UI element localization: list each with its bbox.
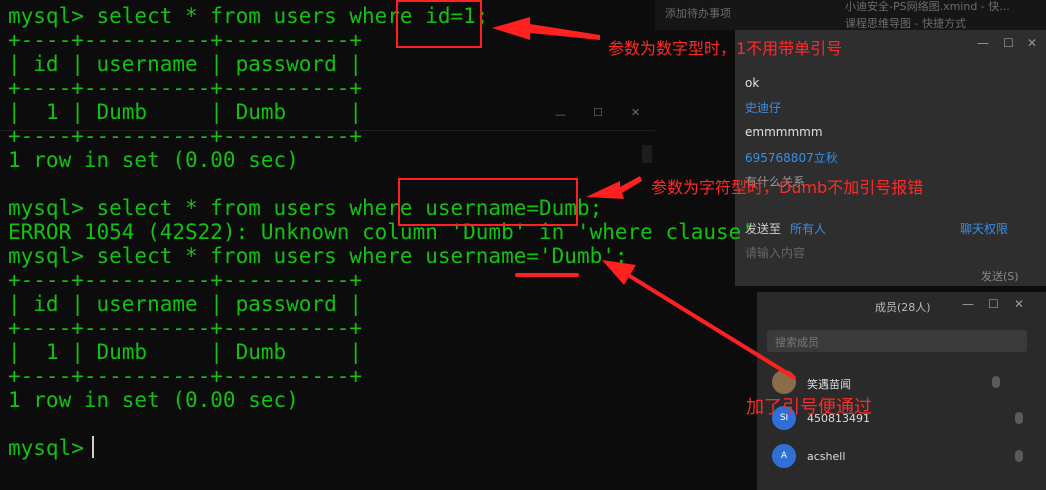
avatar[interactable]: A [772, 444, 796, 468]
members-maximize-icon[interactable]: ☐ [988, 297, 999, 311]
file-title: 小迪安全-PS网络图.xmind - 快... [845, 0, 1010, 13]
members-title: 成员(28人) [875, 301, 931, 314]
terminal-line: +----+----------+----------+ [8, 316, 363, 340]
scrollbar-thumb[interactable] [642, 145, 652, 163]
mic-icon [1015, 412, 1023, 424]
chat-minimize-icon[interactable]: — [977, 36, 989, 50]
terminal-line: | id | username | password | [8, 52, 363, 76]
annotation-underline [515, 273, 579, 277]
terminal-line: mysql> select * from users where usernam… [8, 244, 628, 268]
chat-input[interactable]: 请输入内容 [745, 244, 805, 261]
chat-close-icon[interactable]: ✕ [1027, 36, 1037, 50]
mic-icon [1015, 450, 1023, 462]
terminal-line: +----+----------+----------+ [8, 28, 363, 52]
member-search-input[interactable]: 搜索成员 [767, 330, 1027, 352]
terminal-line: +----+----------+----------+ [8, 268, 363, 292]
terminal-cursor [92, 436, 94, 458]
send-button[interactable]: 发送(S) [981, 268, 1019, 284]
terminal-line: +----+----------+----------+ [8, 76, 363, 100]
maximize-icon: ☐ [593, 106, 603, 119]
terminal-line: ERROR 1054 (42S22): Unknown column 'Dumb… [8, 220, 754, 244]
send-to-select[interactable]: 所有人 [790, 220, 826, 237]
annotation-box-username [398, 178, 578, 226]
terminal-prompt[interactable]: mysql> [8, 436, 97, 460]
todo-link: 添加待办事项 [665, 7, 731, 20]
chat-message: ok [745, 76, 760, 90]
annotation-box-id [396, 0, 482, 48]
minimize-icon: — [555, 108, 566, 121]
terminal-line: | 1 | Dumb | Dumb | [8, 100, 363, 124]
avatar[interactable] [772, 370, 796, 394]
chat-sender[interactable]: 史迪仔 [745, 99, 781, 116]
annotation-quoted-note: 加了引号便通过 [746, 397, 872, 418]
chat-permission-link[interactable]: 聊天权限 [960, 220, 1008, 237]
member-search-placeholder: 搜索成员 [775, 336, 819, 349]
chat-panel: — ☐ ✕ ok 史迪仔 emmmmmm 695768807立秋 有什么关系 发… [735, 30, 1046, 286]
terminal-line: | id | username | password | [8, 292, 363, 316]
member-name[interactable]: 笑遇苗闻 [807, 376, 851, 392]
member-name[interactable]: acshell [807, 450, 845, 463]
close-icon: ✕ [631, 106, 641, 119]
chat-maximize-icon[interactable]: ☐ [1003, 36, 1014, 50]
members-minimize-icon[interactable]: — [962, 297, 974, 311]
chat-sender[interactable]: 695768807立秋 [745, 149, 838, 166]
annotation-numeric-note: 参数为数字型时，1不用带单引号 [608, 39, 843, 58]
annotation-string-error-note: 参数为字符型时，Dumb不加引号报错 [651, 178, 924, 197]
course-title: 课程思维导图 - 快捷方式 [845, 17, 966, 30]
terminal-line: +----+----------+----------+ [8, 124, 363, 148]
members-panel: 成员(28人) — ☐ ✕ 搜索成员 笑遇苗闻 SI 450813491 A a… [757, 292, 1046, 490]
terminal-line: 1 row in set (0.00 sec) [8, 388, 299, 412]
members-close-icon[interactable]: ✕ [1014, 297, 1024, 311]
terminal-line: +----+----------+----------+ [8, 364, 363, 388]
mic-icon [992, 376, 1000, 388]
chat-message: emmmmmm [745, 125, 823, 139]
terminal-line: 1 row in set (0.00 sec) [8, 148, 299, 172]
background-top-strip: 添加待办事项 小迪安全-PS网络图.xmind - 快... 课程思维导图 - … [655, 0, 1046, 30]
terminal-line: | 1 | Dumb | Dumb | [8, 340, 363, 364]
